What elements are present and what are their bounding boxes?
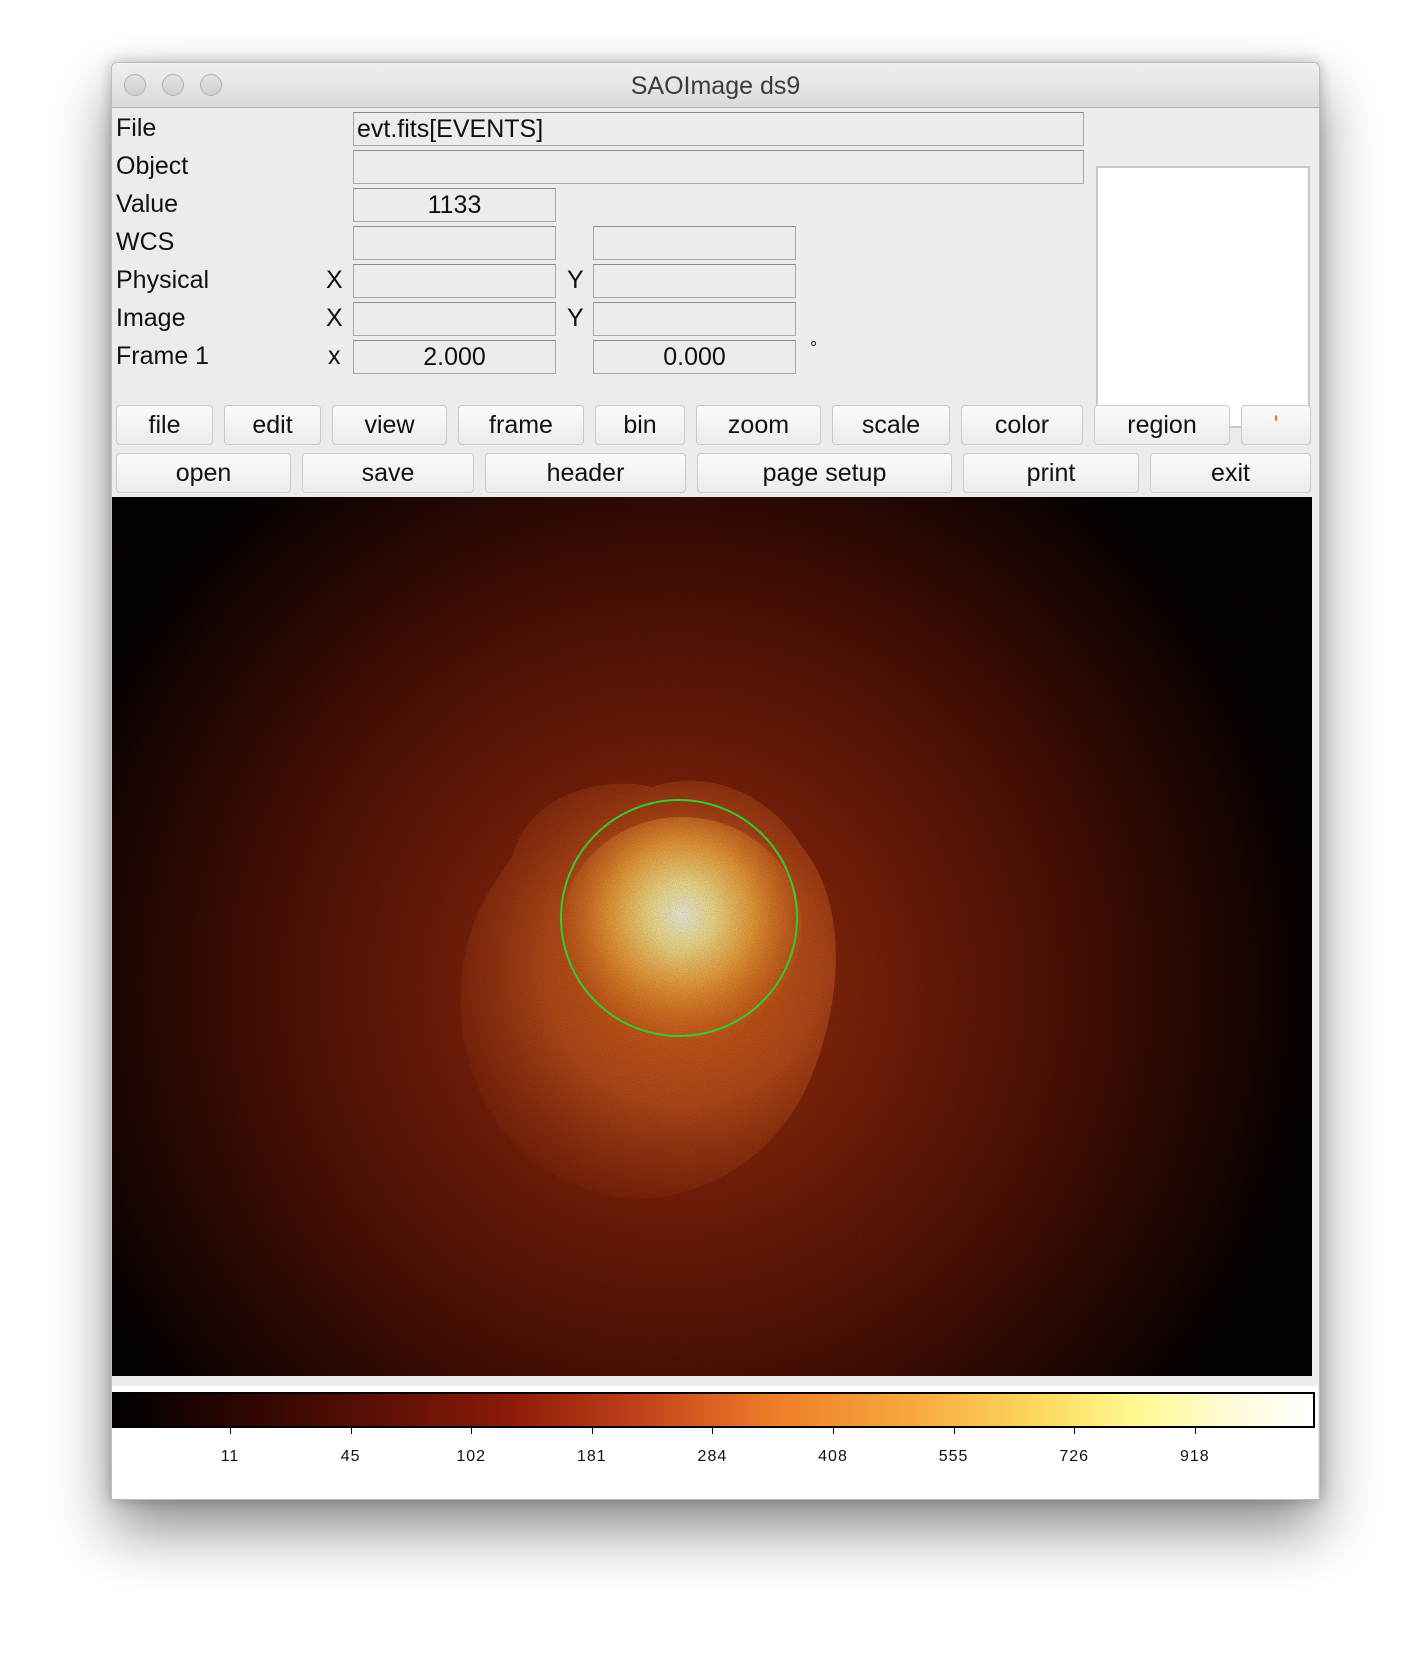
button-bar: open save header page setup print exit xyxy=(112,453,1319,497)
frame-label: Frame 1 xyxy=(116,342,210,370)
value-label: Value xyxy=(116,190,179,218)
colorbar-tick xyxy=(712,1428,714,1434)
pixel-value-field: 1133 xyxy=(353,188,556,222)
colorbar-gradient[interactable] xyxy=(112,1392,1315,1428)
menu-edit-button[interactable]: edit xyxy=(224,405,321,445)
ds9-window: SAOImage ds9 File Object Value WCS Physi… xyxy=(111,62,1320,1500)
menu-frame-button[interactable]: frame xyxy=(458,405,584,445)
colorbar-tick xyxy=(1074,1428,1076,1434)
colorbar[interactable]: 11 45 102 181 284 408 555 726 918 xyxy=(112,1386,1318,1499)
colorbar-tick xyxy=(471,1428,473,1434)
exit-button[interactable]: exit xyxy=(1150,453,1311,493)
image-canvas[interactable] xyxy=(112,497,1312,1376)
image-y-axis-label: Y xyxy=(567,304,584,332)
menu-file-button[interactable]: file xyxy=(116,405,213,445)
object-field xyxy=(353,150,1084,184)
physical-y-axis-label: Y xyxy=(567,266,584,294)
magnifier-panel xyxy=(1096,166,1310,428)
image-label: Image xyxy=(116,304,186,332)
colorbar-tick-label: 181 xyxy=(576,1448,607,1465)
colorbar-tick xyxy=(591,1428,593,1434)
menu-region-button[interactable]: region xyxy=(1094,405,1230,445)
frame-x-axis-label: x xyxy=(328,342,341,370)
degree-symbol: ° xyxy=(810,338,818,358)
physical-x-axis-label: X xyxy=(326,266,343,294)
colorbar-tick-label: 102 xyxy=(456,1448,487,1465)
open-button[interactable]: open xyxy=(116,453,291,493)
image-y-field xyxy=(593,302,796,336)
colorbar-tick xyxy=(833,1428,834,1434)
menu-view-button[interactable]: view xyxy=(332,405,447,445)
colorbar-tick xyxy=(1194,1428,1196,1434)
colorbar-tick-label: 11 xyxy=(220,1448,240,1465)
menu-color-button[interactable]: color xyxy=(961,405,1083,445)
menu-overflow-button[interactable]: ' xyxy=(1241,405,1311,445)
title-bar[interactable]: SAOImage ds9 xyxy=(112,63,1319,108)
print-button[interactable]: print xyxy=(963,453,1139,493)
wcs-y-field xyxy=(593,226,796,260)
frame-angle-field: 0.000 xyxy=(593,340,796,374)
colorbar-tick-label: 726 xyxy=(1059,1448,1090,1465)
colorbar-tick-label: 284 xyxy=(697,1448,728,1465)
colorbar-tick xyxy=(953,1428,955,1434)
physical-y-field xyxy=(593,264,796,298)
image-x-axis-label: X xyxy=(326,304,343,332)
menu-scale-button[interactable]: scale xyxy=(832,405,950,445)
save-button[interactable]: save xyxy=(302,453,474,493)
file-field: evt.fits[EVENTS] xyxy=(353,112,1084,146)
file-label: File xyxy=(116,114,157,142)
menu-zoom-button[interactable]: zoom xyxy=(696,405,821,445)
image-x-field xyxy=(353,302,556,336)
object-label: Object xyxy=(116,152,189,180)
frame-zoom-field: 2.000 xyxy=(353,340,556,374)
colorbar-tick-label: 45 xyxy=(340,1448,361,1465)
wcs-x-field xyxy=(353,226,556,260)
colorbar-tick xyxy=(350,1428,352,1434)
menu-bar: file edit view frame bin zoom scale colo… xyxy=(112,405,1319,449)
colorbar-tick xyxy=(230,1428,231,1434)
window-title: SAOImage ds9 xyxy=(630,72,801,100)
colorbar-tick-label: 555 xyxy=(938,1448,969,1465)
page-setup-button[interactable]: page setup xyxy=(697,453,952,493)
image-display[interactable] xyxy=(112,497,1312,1376)
info-panel: File Object Value WCS Physical Image Fra… xyxy=(112,108,1319,453)
physical-label: Physical xyxy=(116,266,210,294)
menu-bin-button[interactable]: bin xyxy=(595,405,685,445)
colorbar-tick-label: 918 xyxy=(1179,1448,1210,1465)
colorbar-tick-label: 408 xyxy=(818,1448,848,1465)
image-noise xyxy=(112,497,1312,1376)
physical-x-field xyxy=(353,264,556,298)
header-button[interactable]: header xyxy=(485,453,686,493)
wcs-label: WCS xyxy=(116,228,175,256)
